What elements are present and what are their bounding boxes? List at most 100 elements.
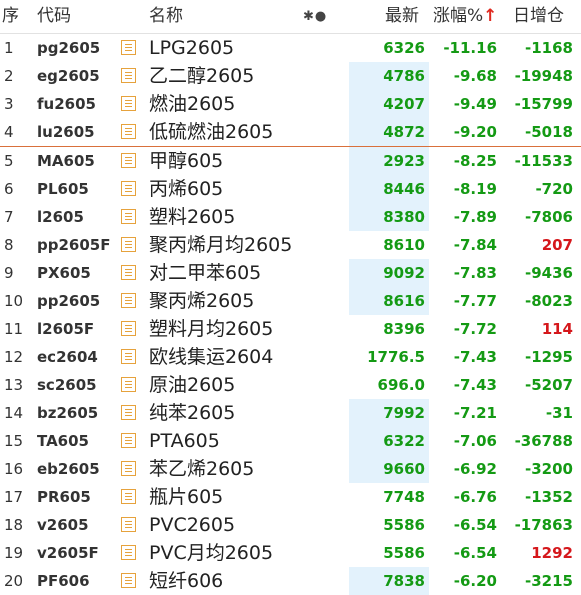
table-row[interactable]: 17 PR605 瓶片605 7748 -6.76 -1352 <box>0 483 581 511</box>
document-icon[interactable] <box>121 489 136 504</box>
row-seq: 6 <box>4 180 14 198</box>
document-icon[interactable] <box>121 349 136 364</box>
row-pct-change: -6.92 <box>453 460 497 478</box>
row-last-price: 5586 <box>383 516 425 534</box>
table-row[interactable]: 1 pg2605 LPG2605 6326 -11.16 -1168 <box>0 34 581 62</box>
document-icon[interactable] <box>121 433 136 448</box>
table-row[interactable]: 10 pp2605 聚丙烯2605 8616 -7.77 -8023 <box>0 287 581 315</box>
row-pct-change: -9.49 <box>453 95 497 113</box>
row-code: PR605 <box>37 488 91 506</box>
table-row[interactable]: 19 v2605F PVC月均2605 5586 -6.54 1292 <box>0 539 581 567</box>
row-seq: 14 <box>4 404 24 422</box>
table-row[interactable]: 3 fu2605 燃油2605 4207 -9.49 -15799 <box>0 90 581 118</box>
document-icon[interactable] <box>121 153 136 168</box>
row-oi-change: -1168 <box>525 39 573 57</box>
document-icon[interactable] <box>121 405 136 420</box>
row-last-price: 8380 <box>383 208 425 226</box>
table-row[interactable]: 5 MA605 甲醇605 2923 -8.25 -11533 <box>0 146 581 175</box>
document-icon[interactable] <box>121 96 136 111</box>
row-oi-change: -15799 <box>514 95 573 113</box>
header-pct-change[interactable]: 涨幅%↑ <box>433 0 497 33</box>
row-code: PX605 <box>37 264 91 282</box>
table-row[interactable]: 4 lu2605 低硫燃油2605 4872 -9.20 -5018 <box>0 118 581 146</box>
row-last-price: 7748 <box>383 488 425 506</box>
row-name: 低硫燃油2605 <box>149 121 274 143</box>
row-name: 聚丙烯月均2605 <box>149 234 293 256</box>
table-row[interactable]: 8 pp2605F 聚丙烯月均2605 8610 -7.84 207 <box>0 231 581 259</box>
sort-arrow-icon: ↑ <box>483 6 498 26</box>
document-icon[interactable] <box>121 293 136 308</box>
document-icon[interactable] <box>121 461 136 476</box>
table-body: 1 pg2605 LPG2605 6326 -11.16 -1168 2 eg2605 乙二醇2… <box>0 34 581 595</box>
row-pct-change: -6.76 <box>453 488 497 506</box>
row-name: 聚丙烯2605 <box>149 290 255 312</box>
row-seq: 12 <box>4 348 24 366</box>
document-icon[interactable] <box>121 377 136 392</box>
header-code[interactable]: 代码 <box>37 0 71 33</box>
document-icon[interactable] <box>121 40 136 55</box>
row-oi-change: -19948 <box>514 67 573 85</box>
column-settings-icon[interactable]: ✱● <box>303 0 327 33</box>
table-row[interactable]: 18 v2605 PVC2605 5586 -6.54 -17863 <box>0 511 581 539</box>
row-oi-change: 207 <box>541 236 573 254</box>
document-icon[interactable] <box>121 237 136 252</box>
header-seq[interactable]: 序 <box>2 0 19 33</box>
document-icon[interactable] <box>121 573 136 588</box>
row-seq: 2 <box>4 67 14 85</box>
row-code: pp2605F <box>37 236 111 254</box>
document-icon[interactable] <box>121 181 136 196</box>
row-pct-change: -9.68 <box>453 67 497 85</box>
table-row[interactable]: 2 eg2605 乙二醇2605 4786 -9.68 -19948 <box>0 62 581 90</box>
row-seq: 4 <box>4 123 14 141</box>
row-code: lu2605 <box>37 123 95 141</box>
table-row[interactable]: 15 TA605 PTA605 6322 -7.06 -36788 <box>0 427 581 455</box>
row-oi-change: -7806 <box>525 208 573 226</box>
document-icon[interactable] <box>121 124 136 139</box>
row-seq: 17 <box>4 488 24 506</box>
row-seq: 8 <box>4 236 14 254</box>
row-name: 对二甲苯605 <box>149 262 262 284</box>
row-last-price: 4872 <box>383 123 425 141</box>
row-last-price: 7992 <box>383 404 425 422</box>
row-last-price: 8446 <box>383 180 425 198</box>
document-icon[interactable] <box>121 209 136 224</box>
table-row[interactable]: 20 PF606 短纤606 7838 -6.20 -3215 <box>0 567 581 595</box>
table-row[interactable]: 13 sc2605 原油2605 696.0 -7.43 -5207 <box>0 371 581 399</box>
document-icon[interactable] <box>121 265 136 280</box>
document-icon[interactable] <box>121 321 136 336</box>
document-icon[interactable] <box>121 517 136 532</box>
table-row[interactable]: 12 ec2604 欧线集运2604 1776.5 -7.43 -1295 <box>0 343 581 371</box>
row-seq: 18 <box>4 516 24 534</box>
row-name: 纯苯2605 <box>149 402 236 424</box>
row-last-price: 5586 <box>383 544 425 562</box>
row-oi-change: -1295 <box>525 348 573 366</box>
row-pct-change: -11.16 <box>443 39 497 57</box>
document-icon[interactable] <box>121 68 136 83</box>
row-pct-change: -9.20 <box>453 123 497 141</box>
table-row[interactable]: 11 l2605F 塑料月均2605 8396 -7.72 114 <box>0 315 581 343</box>
row-seq: 3 <box>4 95 14 113</box>
header-last[interactable]: 最新 <box>385 0 419 33</box>
header-name[interactable]: 名称 <box>149 0 183 33</box>
table-row[interactable]: 9 PX605 对二甲苯605 9092 -7.83 -9436 <box>0 259 581 287</box>
row-name: 塑料月均2605 <box>149 318 274 340</box>
table-row[interactable]: 14 bz2605 纯苯2605 7992 -7.21 -31 <box>0 399 581 427</box>
row-code: TA605 <box>37 432 89 450</box>
table-row[interactable]: 7 l2605 塑料2605 8380 -7.89 -7806 <box>0 203 581 231</box>
table-row[interactable]: 16 eb2605 苯乙烯2605 9660 -6.92 -3200 <box>0 455 581 483</box>
header-oi-change[interactable]: 日增仓 <box>513 0 564 33</box>
row-last-price: 8396 <box>383 320 425 338</box>
table-row[interactable]: 6 PL605 丙烯605 8446 -8.19 -720 <box>0 175 581 203</box>
row-code: l2605 <box>37 208 84 226</box>
row-pct-change: -7.06 <box>453 432 497 450</box>
row-code: v2605 <box>37 516 89 534</box>
row-pct-change: -7.43 <box>453 348 497 366</box>
row-seq: 20 <box>4 572 24 590</box>
row-seq: 19 <box>4 544 24 562</box>
row-seq: 9 <box>4 264 14 282</box>
header-pct-label: 涨幅% <box>433 6 484 26</box>
row-pct-change: -7.43 <box>453 376 497 394</box>
row-last-price: 4207 <box>383 95 425 113</box>
document-icon[interactable] <box>121 545 136 560</box>
row-name: 短纤606 <box>149 570 224 592</box>
